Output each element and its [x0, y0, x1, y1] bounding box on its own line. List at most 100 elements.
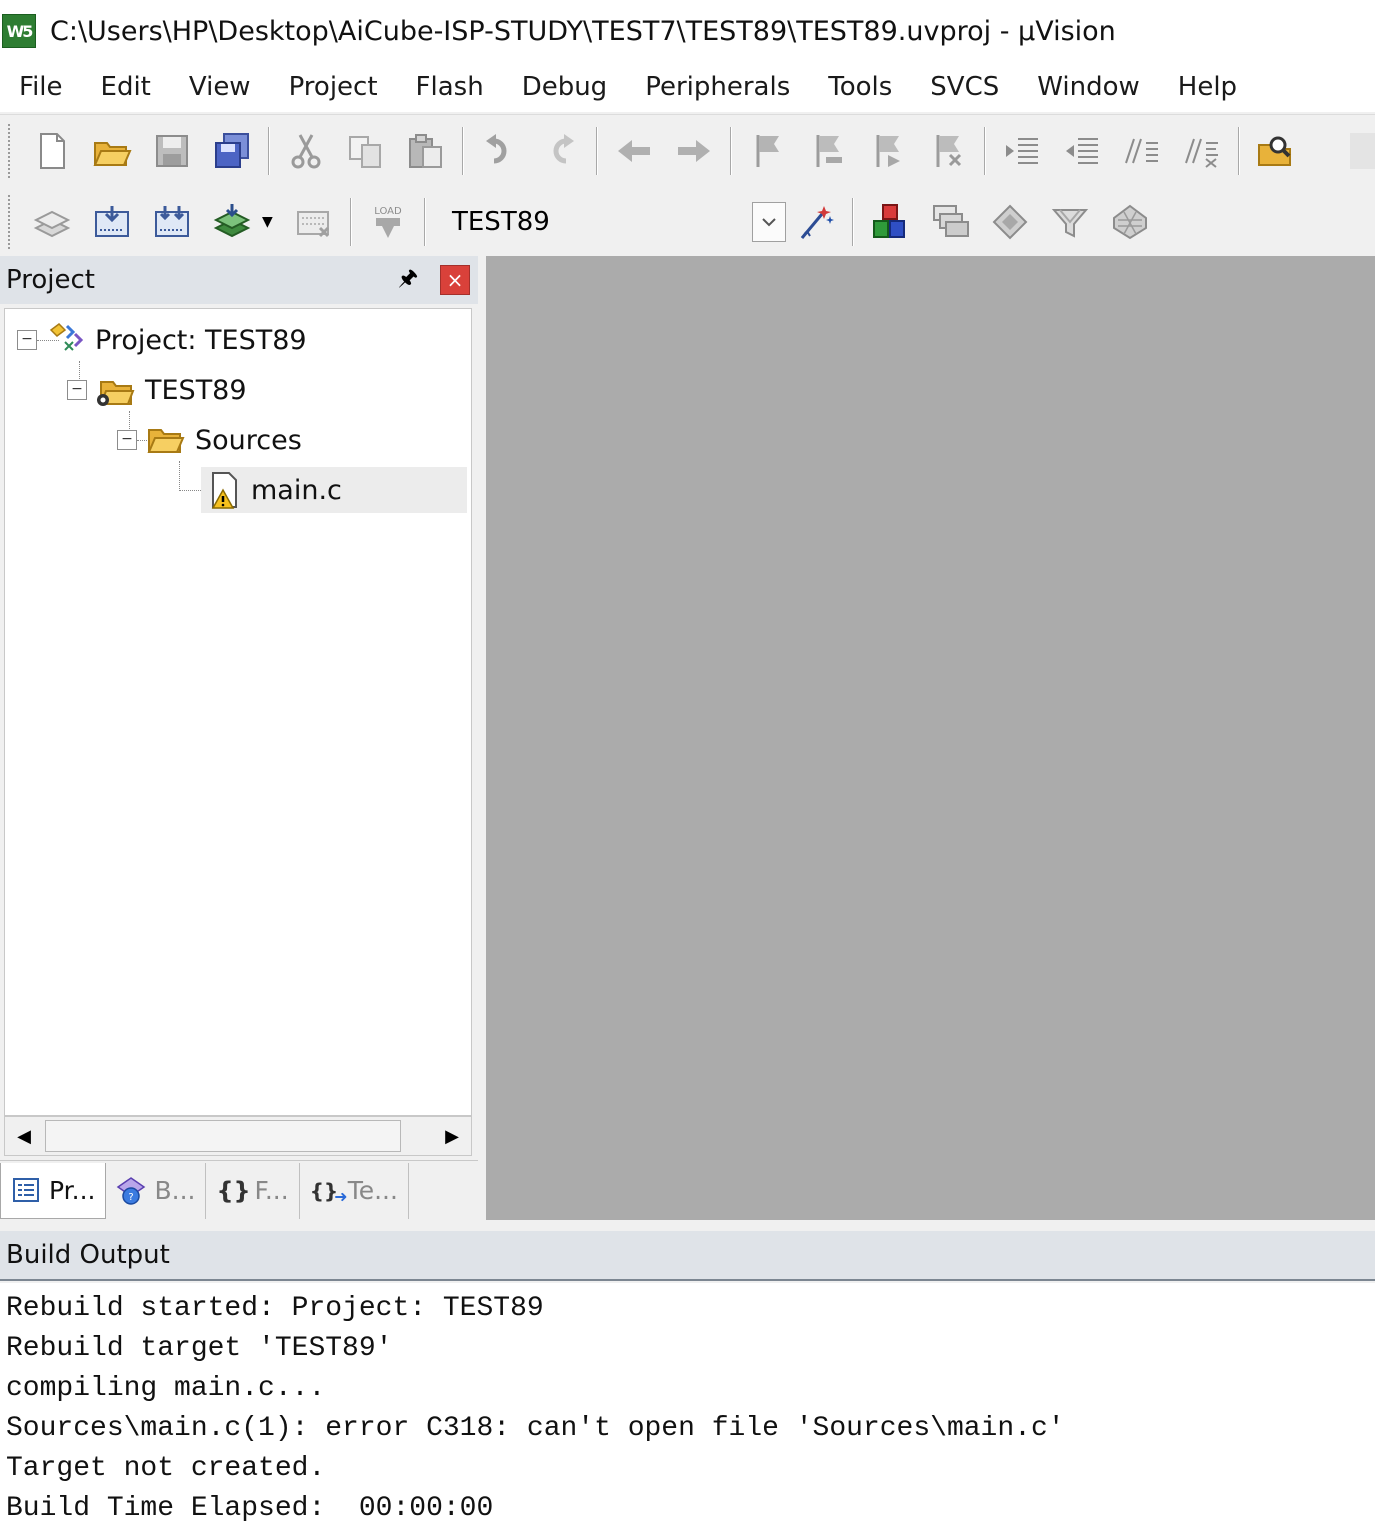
scroll-thumb[interactable] [45, 1120, 401, 1152]
collapse-icon[interactable]: − [17, 330, 37, 350]
select-packs-button[interactable] [924, 196, 976, 248]
navigate-forward-button[interactable] [668, 125, 720, 177]
editor-area[interactable] [486, 256, 1375, 1220]
stop-build-icon [297, 211, 330, 238]
menu-view[interactable]: View [170, 68, 270, 106]
undo-button[interactable] [474, 125, 526, 177]
tree-node-sources[interactable]: − Sources [117, 417, 302, 463]
project-tree[interactable]: − Project: TEST89 − TEST89 − Sources mai… [4, 308, 472, 1116]
menu-file[interactable]: File [0, 68, 82, 106]
bookmark-prev-icon [816, 134, 842, 167]
bookmark-next-icon [876, 134, 900, 167]
build-output-error-line[interactable]: Sources\main.c(1): error C318: can't ope… [6, 1409, 1369, 1449]
target-selector[interactable]: TEST89 [440, 198, 786, 246]
previous-bookmark-button[interactable] [802, 125, 854, 177]
batch-build-button[interactable] [206, 196, 258, 248]
toolbar-grip[interactable] [8, 195, 12, 249]
download-button[interactable]: LOAD [362, 196, 414, 248]
new-file-button[interactable] [26, 125, 78, 177]
find-in-files-button[interactable] [1250, 125, 1302, 177]
menu-window[interactable]: Window [1018, 68, 1159, 106]
navigate-back-button[interactable] [608, 125, 660, 177]
copy-button[interactable] [340, 125, 392, 177]
project-tab-icon [13, 1178, 39, 1202]
stop-build-button[interactable] [288, 196, 340, 248]
arrow-left-icon [618, 139, 650, 162]
translate-button[interactable] [26, 196, 78, 248]
menu-flash[interactable]: Flash [397, 68, 503, 106]
tab-books-label: B... [154, 1176, 196, 1205]
menu-edit[interactable]: Edit [82, 68, 170, 106]
tree-node-target[interactable]: − TEST89 [67, 367, 247, 413]
menu-help[interactable]: Help [1159, 68, 1256, 106]
tree-node-project[interactable]: − Project: TEST89 [17, 317, 307, 363]
build-button[interactable] [86, 196, 138, 248]
funnel-diamond-icon [1051, 209, 1089, 238]
save-all-button[interactable] [206, 125, 258, 177]
menu-peripherals[interactable]: Peripherals [626, 68, 809, 106]
build-output-line: Target not created. [6, 1453, 326, 1484]
menu-project[interactable]: Project [270, 68, 397, 106]
grid-diamond-icon [1113, 204, 1147, 240]
collapse-icon[interactable]: − [117, 430, 137, 450]
scissors-icon [291, 133, 321, 168]
uncomment-selection-button[interactable] [1176, 125, 1228, 177]
toolbar-separator [984, 126, 986, 175]
chevron-down-icon[interactable] [752, 202, 786, 242]
tab-books[interactable]: ? B... [106, 1162, 207, 1219]
indent-button[interactable] [996, 125, 1048, 177]
save-button[interactable] [146, 125, 198, 177]
rebuild-button[interactable] [146, 196, 198, 248]
pin-icon[interactable]: 🖈 [394, 266, 422, 294]
panel-controls: 🖈 × [394, 265, 478, 295]
save-all-icon [215, 132, 249, 168]
toolbar-overflow[interactable] [1350, 133, 1375, 169]
unindent-button[interactable] [1056, 125, 1108, 177]
paste-icon [409, 133, 442, 168]
diamond-icon [992, 204, 1028, 240]
comment-selection-button[interactable] [1116, 125, 1168, 177]
collapse-icon[interactable]: − [67, 380, 87, 400]
build-icon [95, 206, 129, 237]
uvision-app-icon[interactable]: W5 [2, 14, 36, 48]
tab-project[interactable]: Pr... [0, 1162, 107, 1219]
toolbar-separator [1238, 126, 1240, 175]
menu-svcs[interactable]: SVCS [911, 68, 1018, 106]
redo-button[interactable] [534, 125, 586, 177]
menu-tools[interactable]: Tools [809, 68, 911, 106]
svg-text:?: ? [129, 1192, 134, 1203]
cut-button[interactable] [280, 125, 332, 177]
scroll-right-arrow-icon[interactable]: ▶ [435, 1119, 469, 1153]
software-packs-button[interactable] [1104, 196, 1156, 248]
manage-run-time-environment-button[interactable] [984, 196, 1036, 248]
batch-build-dropdown[interactable]: ▼ [262, 196, 284, 248]
windows-stack-icon [933, 205, 969, 237]
horizontal-scrollbar[interactable]: ◀ ▶ [4, 1116, 472, 1156]
menu-debug[interactable]: Debug [503, 68, 627, 106]
tab-functions[interactable]: {} F... [206, 1162, 300, 1219]
build-output-title: Build Output [6, 1240, 170, 1270]
comment-icon [1125, 138, 1158, 163]
pack-installer-button[interactable] [1044, 196, 1096, 248]
paste-button[interactable] [400, 125, 452, 177]
open-file-button[interactable] [86, 125, 138, 177]
scroll-left-arrow-icon[interactable]: ◀ [7, 1119, 41, 1153]
uncomment-icon [1185, 138, 1218, 168]
build-output-window[interactable]: Rebuild started: Project: TEST89 Rebuild… [0, 1283, 1375, 1535]
templates-tab-icon: {} ➜ [310, 1176, 348, 1207]
insert-bookmark-button[interactable] [742, 125, 794, 177]
tree-node-main-c[interactable]: main.c [201, 467, 467, 513]
next-bookmark-button[interactable] [862, 125, 914, 177]
options-for-target-button[interactable] [790, 196, 842, 248]
close-panel-button[interactable]: × [440, 265, 470, 295]
toolbar-grip[interactable] [8, 123, 12, 178]
manage-project-items-button[interactable] [864, 196, 916, 248]
clear-bookmarks-button[interactable] [922, 125, 974, 177]
tree-label-project: Project: TEST89 [95, 324, 307, 356]
target-selector-value: TEST89 [452, 207, 550, 237]
build-output-line: Build Time Elapsed: 00:00:00 [6, 1493, 494, 1524]
folder-open-icon [147, 429, 185, 453]
arrow-right-icon [678, 139, 710, 162]
tab-templates[interactable]: {} ➜ Te... [300, 1162, 409, 1219]
build-output-line: compiling main.c... [6, 1373, 326, 1404]
